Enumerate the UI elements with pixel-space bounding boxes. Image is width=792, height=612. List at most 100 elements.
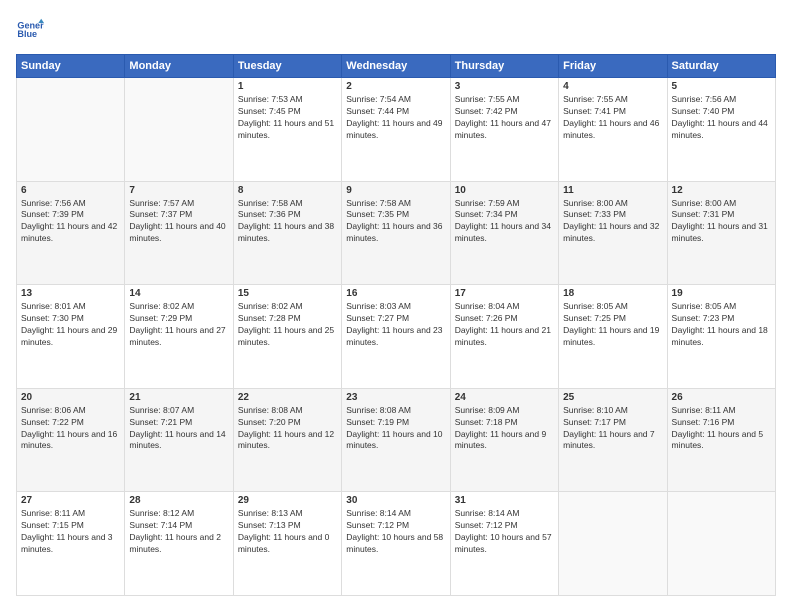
day-cell-7: 7 Sunrise: 7:57 AMSunset: 7:37 PMDaylight… — [125, 181, 233, 285]
day-cell-12: 12 Sunrise: 8:00 AMSunset: 7:31 PMDayligh… — [667, 181, 775, 285]
day-info: Sunrise: 7:53 AMSunset: 7:45 PMDaylight:… — [238, 94, 337, 142]
day-cell-19: 19 Sunrise: 8:05 AMSunset: 7:23 PMDayligh… — [667, 285, 775, 389]
week-row-3: 13Sunrise: 8:01 AMSunset: 7:30 PMDayligh… — [17, 285, 776, 389]
day-number: 10 — [455, 185, 554, 196]
weekday-header-monday: Monday — [125, 55, 233, 78]
day-cell-11: 11Sunrise: 8:00 AMSunset: 7:33 PMDayligh… — [559, 181, 667, 285]
day-info: Sunrise: 7:56 AMSunset: 7:39 PMDaylight:… — [21, 198, 120, 246]
day-info: Sunrise: 8:11 AMSunset: 7:15 PMDaylight:… — [21, 508, 120, 556]
weekday-header-thursday: Thursday — [450, 55, 558, 78]
day-cell-23: 23 Sunrise: 8:08 AMSunset: 7:19 PMDayligh… — [342, 388, 450, 492]
day-cell-4: 4 Sunrise: 7:55 AMSunset: 7:41 PMDaylight… — [559, 78, 667, 182]
day-number: 18 — [563, 288, 662, 299]
day-cell-27: 27 Sunrise: 8:11 AMSunset: 7:15 PMDayligh… — [17, 492, 125, 596]
day-cell-21: 21Sunrise: 8:07 AMSunset: 7:21 PMDayligh… — [125, 388, 233, 492]
day-cell-9: 9Sunrise: 7:58 AMSunset: 7:35 PMDaylight… — [342, 181, 450, 285]
day-number: 22 — [238, 392, 337, 403]
day-info: Sunrise: 8:14 AMSunset: 7:12 PMDaylight:… — [455, 508, 554, 556]
day-number: 14 — [129, 288, 228, 299]
day-cell-10: 10 Sunrise: 7:59 AMSunset: 7:34 PMDayligh… — [450, 181, 558, 285]
day-info: Sunrise: 7:59 AMSunset: 7:34 PMDaylight:… — [455, 198, 554, 246]
header: General Blue — [16, 16, 776, 44]
weekday-header-wednesday: Wednesday — [342, 55, 450, 78]
day-info: Sunrise: 8:11 AMSunset: 7:16 PMDaylight:… — [672, 405, 771, 453]
day-cell-25: 25 Sunrise: 8:10 AMSunset: 7:17 PMDayligh… — [559, 388, 667, 492]
day-cell-17: 17 Sunrise: 8:04 AMSunset: 7:26 PMDayligh… — [450, 285, 558, 389]
day-cell-8: 8 Sunrise: 7:58 AMSunset: 7:36 PMDaylight… — [233, 181, 341, 285]
day-number: 28 — [129, 495, 228, 506]
day-info: Sunrise: 8:06 AMSunset: 7:22 PMDaylight:… — [21, 405, 120, 453]
day-info: Sunrise: 8:09 AMSunset: 7:18 PMDaylight:… — [455, 405, 554, 453]
day-cell-2: 2Sunrise: 7:54 AMSunset: 7:44 PMDaylight… — [342, 78, 450, 182]
svg-text:Blue: Blue — [17, 29, 37, 39]
day-number: 8 — [238, 185, 337, 196]
week-row-4: 20Sunrise: 8:06 AMSunset: 7:22 PMDayligh… — [17, 388, 776, 492]
calendar-table: SundayMondayTuesdayWednesdayThursdayFrid… — [16, 54, 776, 596]
logo-icon: General Blue — [16, 16, 44, 44]
day-info: Sunrise: 8:08 AMSunset: 7:19 PMDaylight:… — [346, 405, 445, 453]
weekday-header-friday: Friday — [559, 55, 667, 78]
day-number: 31 — [455, 495, 554, 506]
day-number: 4 — [563, 81, 662, 92]
day-number: 12 — [672, 185, 771, 196]
week-row-1: 1 Sunrise: 7:53 AMSunset: 7:45 PMDaylight… — [17, 78, 776, 182]
day-number: 30 — [346, 495, 445, 506]
day-cell-18: 18 Sunrise: 8:05 AMSunset: 7:25 PMDayligh… — [559, 285, 667, 389]
day-cell-3: 3 Sunrise: 7:55 AMSunset: 7:42 PMDaylight… — [450, 78, 558, 182]
weekday-header-saturday: Saturday — [667, 55, 775, 78]
day-cell-empty — [667, 492, 775, 596]
day-info: Sunrise: 8:05 AMSunset: 7:25 PMDaylight:… — [563, 301, 662, 349]
day-cell-14: 14 Sunrise: 8:02 AMSunset: 7:29 PMDayligh… — [125, 285, 233, 389]
day-cell-16: 16Sunrise: 8:03 AMSunset: 7:27 PMDayligh… — [342, 285, 450, 389]
day-info: Sunrise: 7:56 AMSunset: 7:40 PMDaylight:… — [672, 94, 771, 142]
day-cell-5: 5 Sunrise: 7:56 AMSunset: 7:40 PMDaylight… — [667, 78, 775, 182]
day-number: 15 — [238, 288, 337, 299]
day-cell-empty — [125, 78, 233, 182]
day-cell-empty — [17, 78, 125, 182]
day-info: Sunrise: 8:04 AMSunset: 7:26 PMDaylight:… — [455, 301, 554, 349]
day-info: Sunrise: 7:57 AMSunset: 7:37 PMDaylight:… — [129, 198, 228, 246]
day-info: Sunrise: 8:07 AMSunset: 7:21 PMDaylight:… — [129, 405, 228, 453]
day-info: Sunrise: 8:10 AMSunset: 7:17 PMDaylight:… — [563, 405, 662, 453]
weekday-header-tuesday: Tuesday — [233, 55, 341, 78]
day-info: Sunrise: 7:58 AMSunset: 7:36 PMDaylight:… — [238, 198, 337, 246]
day-cell-6: 6 Sunrise: 7:56 AMSunset: 7:39 PMDaylight… — [17, 181, 125, 285]
day-cell-empty — [559, 492, 667, 596]
logo: General Blue — [16, 16, 44, 44]
day-number: 19 — [672, 288, 771, 299]
day-number: 5 — [672, 81, 771, 92]
day-info: Sunrise: 8:05 AMSunset: 7:23 PMDaylight:… — [672, 301, 771, 349]
day-number: 23 — [346, 392, 445, 403]
weekday-header-row: SundayMondayTuesdayWednesdayThursdayFrid… — [17, 55, 776, 78]
day-cell-31: 31 Sunrise: 8:14 AMSunset: 7:12 PMDayligh… — [450, 492, 558, 596]
day-number: 1 — [238, 81, 337, 92]
day-info: Sunrise: 7:55 AMSunset: 7:41 PMDaylight:… — [563, 94, 662, 142]
day-info: Sunrise: 8:03 AMSunset: 7:27 PMDaylight:… — [346, 301, 445, 349]
day-info: Sunrise: 8:13 AMSunset: 7:13 PMDaylight:… — [238, 508, 337, 556]
day-info: Sunrise: 8:12 AMSunset: 7:14 PMDaylight:… — [129, 508, 228, 556]
day-number: 3 — [455, 81, 554, 92]
day-number: 7 — [129, 185, 228, 196]
day-number: 17 — [455, 288, 554, 299]
day-cell-1: 1 Sunrise: 7:53 AMSunset: 7:45 PMDaylight… — [233, 78, 341, 182]
day-number: 13 — [21, 288, 120, 299]
day-info: Sunrise: 7:55 AMSunset: 7:42 PMDaylight:… — [455, 94, 554, 142]
day-cell-29: 29 Sunrise: 8:13 AMSunset: 7:13 PMDayligh… — [233, 492, 341, 596]
day-cell-13: 13Sunrise: 8:01 AMSunset: 7:30 PMDayligh… — [17, 285, 125, 389]
day-number: 24 — [455, 392, 554, 403]
day-info: Sunrise: 7:58 AMSunset: 7:35 PMDaylight:… — [346, 198, 445, 246]
day-cell-28: 28 Sunrise: 8:12 AMSunset: 7:14 PMDayligh… — [125, 492, 233, 596]
day-info: Sunrise: 8:02 AMSunset: 7:29 PMDaylight:… — [129, 301, 228, 349]
week-row-2: 6 Sunrise: 7:56 AMSunset: 7:39 PMDaylight… — [17, 181, 776, 285]
week-row-5: 27 Sunrise: 8:11 AMSunset: 7:15 PMDayligh… — [17, 492, 776, 596]
day-info: Sunrise: 8:00 AMSunset: 7:33 PMDaylight:… — [563, 198, 662, 246]
day-info: Sunrise: 8:08 AMSunset: 7:20 PMDaylight:… — [238, 405, 337, 453]
day-number: 6 — [21, 185, 120, 196]
day-number: 29 — [238, 495, 337, 506]
day-number: 25 — [563, 392, 662, 403]
day-info: Sunrise: 8:00 AMSunset: 7:31 PMDaylight:… — [672, 198, 771, 246]
day-info: Sunrise: 7:54 AMSunset: 7:44 PMDaylight:… — [346, 94, 445, 142]
day-cell-26: 26 Sunrise: 8:11 AMSunset: 7:16 PMDayligh… — [667, 388, 775, 492]
day-number: 26 — [672, 392, 771, 403]
day-number: 27 — [21, 495, 120, 506]
